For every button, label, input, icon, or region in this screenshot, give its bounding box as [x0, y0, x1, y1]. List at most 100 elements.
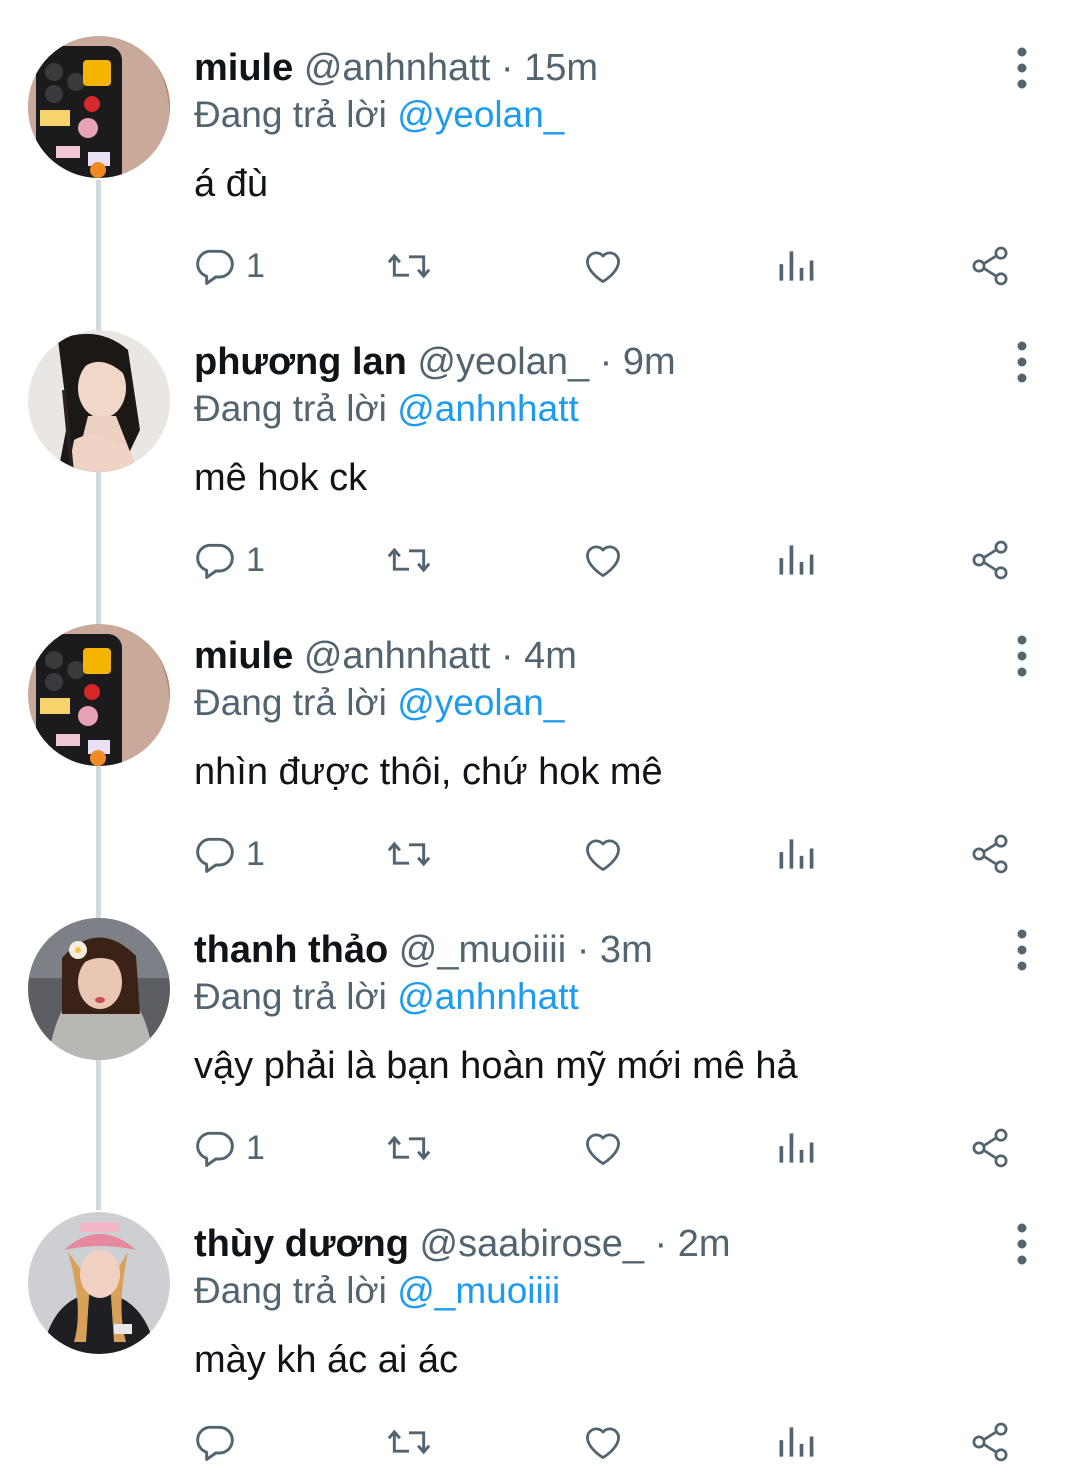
reply-icon: [196, 543, 234, 579]
tweet-actions: 1: [0, 1118, 1080, 1178]
avatar[interactable]: [28, 918, 170, 1060]
tweet[interactable]: miule @anhnhatt · 15m Đang trả lời @yeol…: [0, 36, 1080, 330]
retweet-button[interactable]: [384, 824, 434, 884]
replying-to: Đang trả lời @_muoiiii: [194, 1266, 560, 1316]
replying-mention[interactable]: @yeolan_: [397, 682, 564, 723]
replying-mention[interactable]: @anhnhatt: [397, 388, 579, 429]
reply-icon: [196, 249, 234, 285]
tweet[interactable]: phương lan @yeolan_ · 9m Đang trả lời @a…: [0, 330, 1080, 624]
views-icon: [779, 545, 814, 575]
views-icon: [779, 1133, 814, 1163]
tweet-actions: 1: [0, 236, 1080, 296]
replying-prefix: Đang trả lời: [194, 682, 398, 723]
retweet-icon: [387, 253, 431, 279]
reply-count: 1: [246, 541, 265, 579]
tweet-text: á đù: [194, 163, 268, 205]
replying-prefix: Đang trả lời: [194, 976, 398, 1017]
reply-icon: [196, 1131, 234, 1167]
tweet-text: mày kh ác ai ác: [194, 1339, 458, 1381]
display-name[interactable]: thanh thảo: [194, 929, 388, 971]
views-icon: [779, 1427, 814, 1457]
heart-icon: [586, 1427, 620, 1459]
share-icon: [972, 246, 1008, 286]
tweet-actions: 1: [0, 824, 1080, 884]
heart-icon: [586, 251, 620, 283]
reply-button[interactable]: 1: [192, 824, 265, 884]
views-button[interactable]: [774, 1118, 818, 1178]
more-options-icon[interactable]: [1002, 924, 1042, 976]
retweet-button[interactable]: [384, 1118, 434, 1178]
avatar[interactable]: [28, 1212, 170, 1354]
reply-count: 1: [246, 247, 265, 285]
share-button[interactable]: [968, 236, 1012, 296]
more-options-icon[interactable]: [1002, 1218, 1042, 1270]
retweet-icon: [387, 841, 431, 867]
like-button[interactable]: [580, 530, 626, 590]
share-icon: [972, 1422, 1008, 1462]
avatar[interactable]: [28, 36, 170, 178]
like-button[interactable]: [580, 824, 626, 884]
display-name[interactable]: miule: [194, 635, 293, 677]
replying-mention[interactable]: @_muoiiii: [397, 1270, 560, 1311]
replying-mention[interactable]: @anhnhatt: [397, 976, 579, 1017]
more-options-icon[interactable]: [1002, 42, 1042, 94]
replying-to: Đang trả lời @anhnhatt: [194, 384, 579, 434]
tweet-text: vậy phải là bạn hoàn mỹ mới mê hả: [194, 1045, 798, 1087]
share-icon: [972, 834, 1008, 874]
tweet-actions: 1: [0, 530, 1080, 590]
display-name[interactable]: phương lan: [194, 341, 407, 383]
display-name[interactable]: thùy dương: [194, 1223, 409, 1265]
retweet-button[interactable]: [384, 1412, 434, 1472]
retweet-button[interactable]: [384, 236, 434, 296]
avatar[interactable]: [28, 330, 170, 472]
tweet-text: mê hok ck: [194, 457, 368, 499]
views-icon: [779, 839, 814, 869]
like-button[interactable]: [580, 1412, 626, 1472]
retweet-icon: [387, 547, 431, 573]
replying-prefix: Đang trả lời: [194, 1270, 398, 1311]
share-button[interactable]: [968, 1412, 1012, 1472]
more-options-icon[interactable]: [1002, 630, 1042, 682]
tweet-header: phương lan @yeolan_ · 9m: [194, 336, 676, 388]
tweet-header: thùy dương @saabirose_ · 2m: [194, 1218, 731, 1270]
share-button[interactable]: [968, 824, 1012, 884]
reply-button[interactable]: 1: [192, 530, 265, 590]
like-button[interactable]: [580, 1118, 626, 1178]
reply-count: 1: [246, 1129, 265, 1167]
tweet-text: nhìn được thôi, chứ hok mê: [194, 751, 663, 793]
replying-mention[interactable]: @yeolan_: [397, 94, 564, 135]
tweet-header: miule @anhnhatt · 4m: [194, 630, 577, 682]
share-button[interactable]: [968, 1118, 1012, 1178]
share-icon: [972, 1128, 1008, 1168]
replying-to: Đang trả lời @yeolan_: [194, 678, 564, 728]
replying-to: Đang trả lời @yeolan_: [194, 90, 564, 140]
avatar[interactable]: [28, 624, 170, 766]
replying-prefix: Đang trả lời: [194, 94, 398, 135]
reply-button[interactable]: 1: [192, 1118, 265, 1178]
tweet-actions: [0, 1412, 1080, 1472]
views-button[interactable]: [774, 236, 818, 296]
replying-to: Đang trả lời @anhnhatt: [194, 972, 579, 1022]
tweet[interactable]: thanh thảo @_muoiiii · 3m Đang trả lời @…: [0, 918, 1080, 1212]
reply-icon: [196, 837, 234, 873]
reply-button[interactable]: 1: [192, 236, 265, 296]
reply-icon: [196, 1425, 234, 1461]
tweet[interactable]: miule @anhnhatt · 4m Đang trả lời @yeola…: [0, 624, 1080, 918]
views-button[interactable]: [774, 530, 818, 590]
retweet-icon: [387, 1429, 431, 1455]
tweet-header: miule @anhnhatt · 15m: [194, 42, 598, 94]
share-button[interactable]: [968, 530, 1012, 590]
handle-and-time: @anhnhatt · 4m: [303, 635, 577, 677]
heart-icon: [586, 839, 620, 871]
reply-button[interactable]: [192, 1412, 246, 1472]
views-button[interactable]: [774, 1412, 818, 1472]
like-button[interactable]: [580, 236, 626, 296]
handle-and-time: @_muoiiii · 3m: [398, 929, 653, 971]
views-icon: [779, 251, 814, 281]
replying-prefix: Đang trả lời: [194, 388, 398, 429]
retweet-button[interactable]: [384, 530, 434, 590]
views-button[interactable]: [774, 824, 818, 884]
display-name[interactable]: miule: [194, 47, 293, 89]
more-options-icon[interactable]: [1002, 336, 1042, 388]
tweet[interactable]: thùy dương @saabirose_ · 2m Đang trả lời…: [0, 1212, 1080, 1472]
